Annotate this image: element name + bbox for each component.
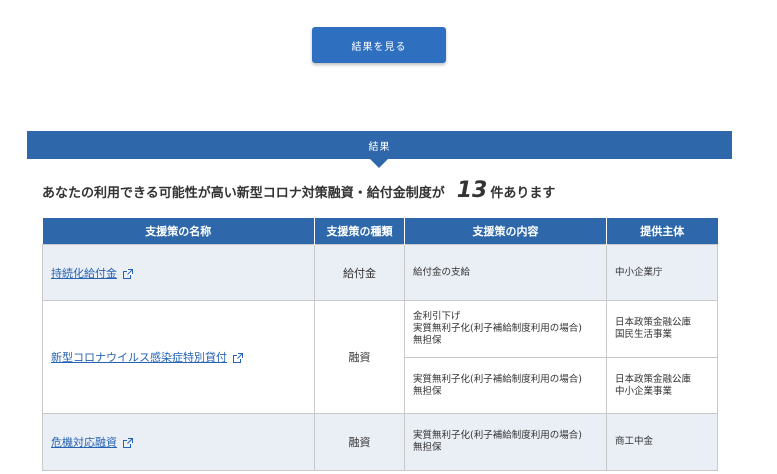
external-link-icon[interactable] [123,438,133,448]
cell-provider: 中小企業庁 [606,244,718,301]
external-link-icon[interactable] [123,268,133,279]
provider-line: 日本政策金融公庫 [615,373,692,385]
table-header-row: 支援策の名称 支援策の種類 支援策の内容 提供主体 [42,218,718,245]
support-link[interactable]: 持続化給付金 [51,267,117,280]
content-line: 実質無利子化(利子補給制度利用の場合) [413,323,582,334]
cell-type: 融資 [314,300,405,414]
results-banner: 結果 [27,131,732,159]
cell-name: 持続化給付金 [42,244,315,301]
results-summary: あなたの利用できる可能性が高い新型コロナ対策融資・給付金制度が 13 件あります [42,178,555,208]
cell-content: 金利引下げ 実質無利子化(利子補給制度利用の場合) 無担保 [404,300,607,358]
results-table: 支援策の名称 支援策の種類 支援策の内容 提供主体 持続化給付金 給付金 給付金… [42,218,718,471]
result-count: 13 [456,178,488,203]
content-line: 無担保 [413,385,442,397]
view-results-button[interactable]: 結果を見る [312,27,446,63]
content-line: 実質無利子化(利子補給制度利用の場合) [413,373,582,385]
cell-type: 給付金 [314,244,405,301]
content-line: 無担保 [413,442,442,453]
content-line: 実質無利子化(利子補給制度利用の場合) [413,430,582,441]
cell-name: 危機対応融資 [42,413,315,471]
content-line: 無担保 [413,335,442,346]
provider-line: 日本政策金融公庫 [615,317,692,328]
header-type: 支援策の種類 [314,218,405,245]
cell-content: 実質無利子化(利子補給制度利用の場合) 無担保 [404,413,607,471]
header-content: 支援策の内容 [404,218,607,245]
cell-content: 給付金の支給 [404,244,607,301]
support-link[interactable]: 危機対応融資 [51,436,117,449]
cell-type: 融資 [314,413,405,471]
content-line: 給付金の支給 [413,266,471,278]
cell-content: 実質無利子化(利子補給制度利用の場合) 無担保 [404,357,607,414]
table-row: 持続化給付金 給付金 給付金の支給 中小企業庁 [42,244,718,301]
external-link-icon[interactable] [233,353,243,363]
table-row: 危機対応融資 融資 実質無利子化(利子補給制度利用の場合) 無担保 商工中金 [42,413,718,471]
cell-name: 新型コロナウイルス感染症特別貸付 [42,300,315,414]
cell-provider: 日本政策金融公庫 国民生活事業 [606,300,718,358]
summary-suffix: 件あります [490,186,556,201]
results-banner-label: 結果 [368,141,391,153]
cell-provider: 商工中金 [606,413,718,471]
header-provider: 提供主体 [606,218,718,245]
table-row: 新型コロナウイルス感染症特別貸付 融資 金利引下げ 実質無利子化(利子補給制度利… [42,300,718,414]
cell-provider: 日本政策金融公庫 中小企業事業 [606,357,718,414]
header-name: 支援策の名称 [42,218,315,245]
content-line: 金利引下げ [413,311,461,322]
provider-line: 中小企業庁 [615,266,663,278]
provider-line: 国民生活事業 [615,329,673,340]
banner-arrow [370,159,388,168]
provider-line: 中小企業事業 [615,385,673,397]
summary-prefix: あなたの利用できる可能性が高い新型コロナ対策融資・給付金制度が [42,186,445,201]
support-link[interactable]: 新型コロナウイルス感染症特別貸付 [51,351,227,364]
provider-line: 商工中金 [615,436,654,447]
